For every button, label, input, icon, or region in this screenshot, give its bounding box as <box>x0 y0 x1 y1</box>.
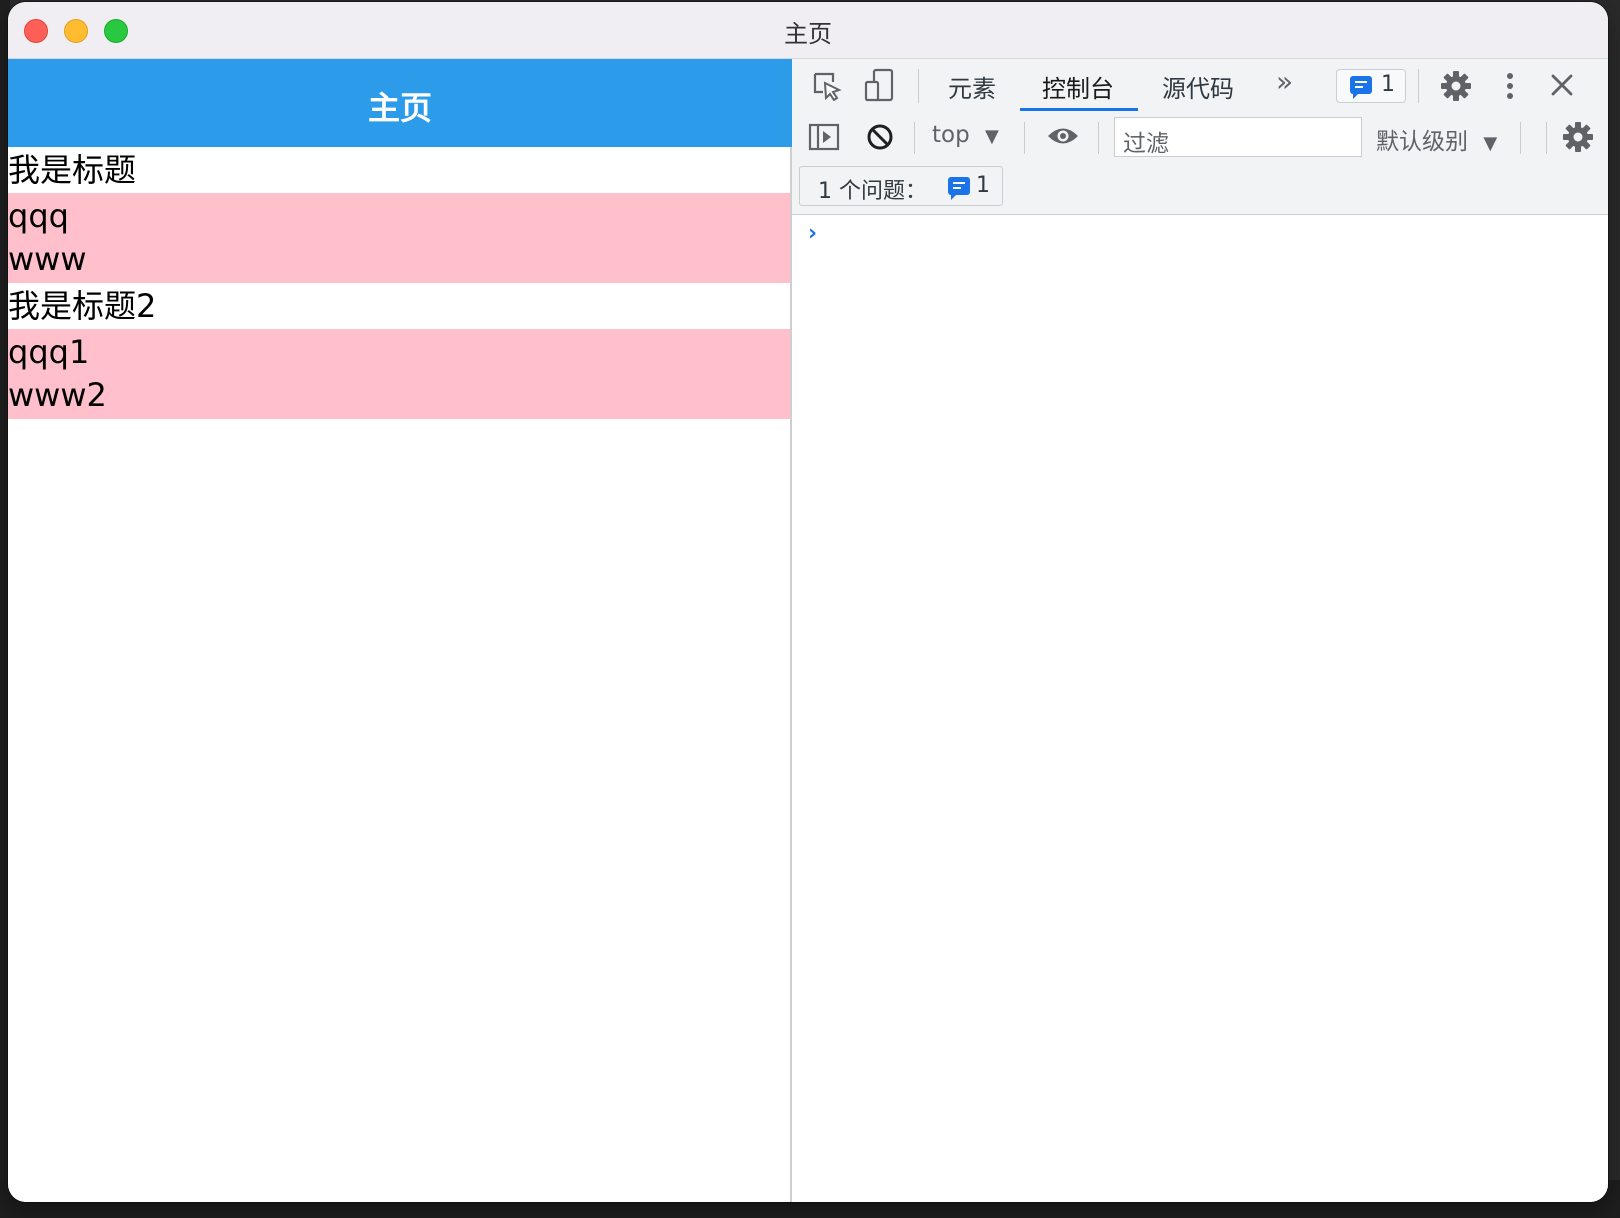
issues-message-icon <box>1350 76 1372 99</box>
list-item: qqq1 <box>8 333 90 371</box>
list-item: www2 <box>8 376 107 414</box>
console-output[interactable]: › <box>792 215 1608 1202</box>
issues-count: 1 <box>976 173 990 198</box>
console-prompt-icon: › <box>808 221 818 246</box>
app-nav-title: 主页 <box>367 89 432 127</box>
devtools-toolbar: 元素 控制台 源代码 » 1 <box>792 59 1608 113</box>
chevron-down-icon: ▼ <box>1483 133 1498 154</box>
toolbar-divider <box>1546 122 1547 154</box>
tab-elements[interactable]: 元素 <box>948 69 996 104</box>
console-filter-input[interactable]: 过滤 <box>1114 117 1362 157</box>
issues-message-icon <box>948 177 970 200</box>
clear-console-icon[interactable] <box>866 123 894 151</box>
toolbar-divider <box>918 69 919 103</box>
list-item: qqq <box>8 197 69 235</box>
sidebar-toggle-icon[interactable] <box>808 123 840 151</box>
toolbar-divider <box>1520 122 1521 154</box>
app-viewport: 主页 我是标题 qqq www 我是标题2 qqq1 www2 <box>8 59 792 1202</box>
toolbar-divider <box>1098 122 1099 154</box>
issues-counter-button[interactable]: 1 <box>1336 69 1406 103</box>
toolbar-divider <box>1024 122 1025 154</box>
toolbar-divider <box>1418 69 1419 103</box>
issues-button[interactable]: 1 个问题： 1 <box>799 166 1003 206</box>
window-titlebar[interactable]: 主页 <box>8 2 1608 59</box>
tab-sources[interactable]: 源代码 <box>1162 69 1234 104</box>
tab-console[interactable]: 控制台 <box>1042 69 1114 104</box>
issues-label: 1 个问题： <box>818 179 927 204</box>
chevron-down-icon: ▼ <box>985 126 999 147</box>
context-select[interactable]: top ▼ <box>932 122 999 148</box>
inspect-element-icon[interactable] <box>812 71 842 102</box>
context-select-value: top <box>932 122 970 148</box>
section-body: qqq1 www2 <box>8 329 790 419</box>
issues-bar: 1 个问题： 1 <box>792 162 1608 215</box>
devtools-panel: 元素 控制台 源代码 » 1 top ▼ 过滤 默认级别 ▼ 1 个问题： 1 … <box>792 59 1608 1202</box>
close-devtools-icon[interactable] <box>1550 73 1574 97</box>
console-settings-gear-icon[interactable] <box>1562 121 1594 153</box>
log-level-value: 默认级别 <box>1376 129 1468 155</box>
live-expression-eye-icon[interactable] <box>1046 125 1080 147</box>
app-content-list: 我是标题 qqq www 我是标题2 qqq1 www2 <box>8 147 790 419</box>
section-title: 我是标题2 <box>8 287 157 325</box>
app-window: 主页 主页 我是标题 qqq www 我是标题2 qqq1 www2 元素 控制… <box>8 2 1608 1202</box>
window-title: 主页 <box>784 20 832 48</box>
section-title: 我是标题 <box>8 151 137 189</box>
log-level-select[interactable]: 默认级别 ▼ <box>1376 122 1497 156</box>
device-toolbar-icon[interactable] <box>864 68 896 102</box>
toolbar-divider <box>914 122 915 154</box>
list-item: www <box>8 240 87 278</box>
console-filter-bar: top ▼ 过滤 默认级别 ▼ <box>792 112 1608 162</box>
app-navigation-bar: 主页 <box>8 59 792 147</box>
section-body: qqq www <box>8 193 790 283</box>
issues-counter-value: 1 <box>1381 72 1395 97</box>
more-tabs-icon[interactable]: » <box>1276 65 1293 98</box>
more-options-icon[interactable] <box>1504 71 1516 101</box>
settings-gear-icon[interactable] <box>1440 70 1472 102</box>
active-tab-indicator <box>1020 108 1138 111</box>
